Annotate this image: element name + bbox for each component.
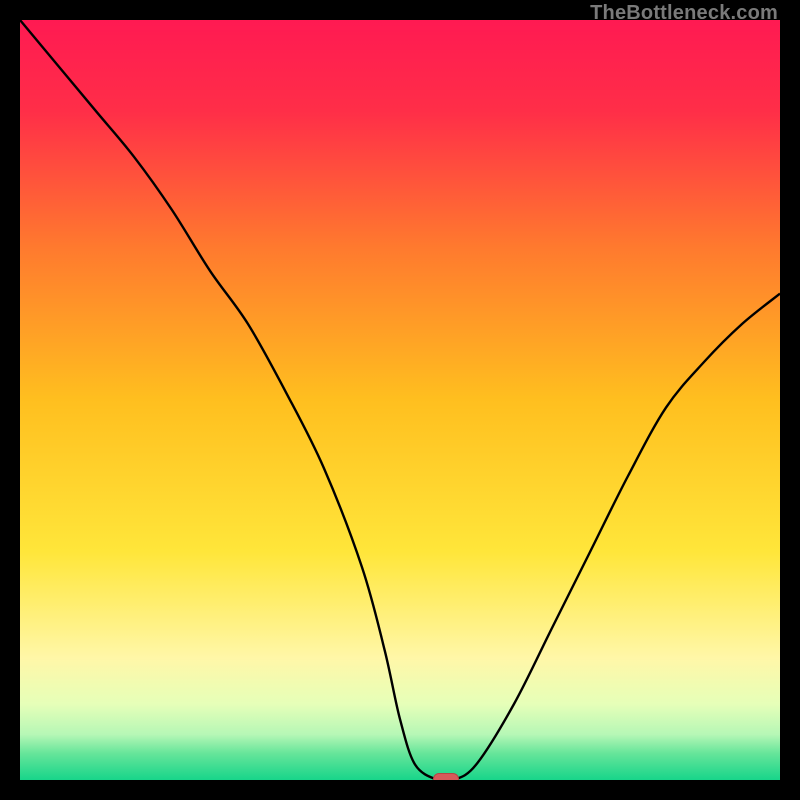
- bottleneck-curve: [20, 20, 780, 780]
- attribution-label: TheBottleneck.com: [590, 2, 778, 25]
- optimal-point-marker: [433, 773, 459, 780]
- chart-frame: TheBottleneck.com: [0, 0, 800, 800]
- plot-area: [20, 20, 780, 780]
